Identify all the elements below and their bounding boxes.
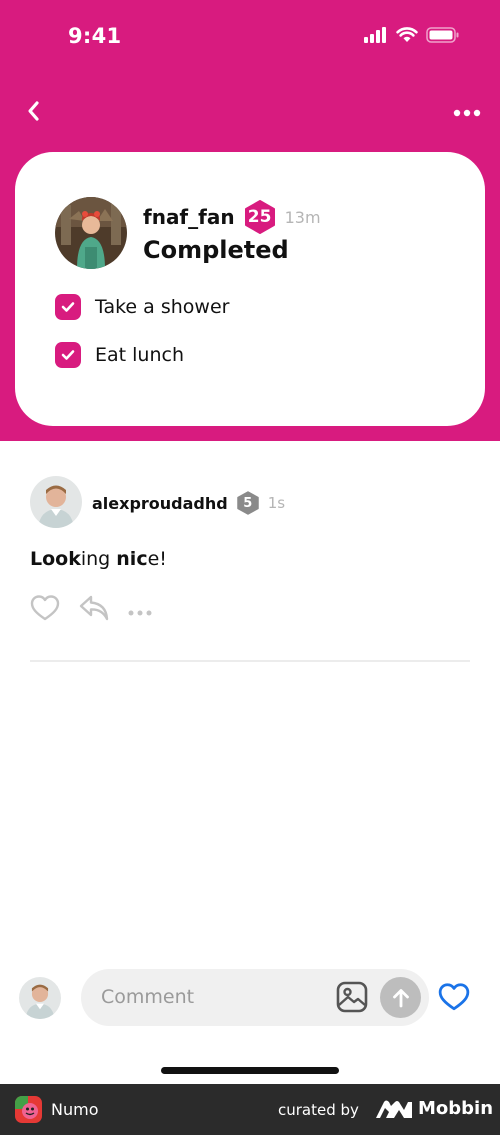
- home-indicator: [161, 1067, 339, 1074]
- post-author-avatar[interactable]: [55, 197, 127, 269]
- comment-time: 1s: [267, 494, 286, 512]
- numo-app-icon: [15, 1096, 42, 1123]
- post-user-row: fnaf_fan 25 13m: [143, 200, 321, 234]
- heart-icon: [30, 595, 60, 621]
- status-time: 9:41: [68, 24, 122, 48]
- attribution-footer: Numo curated by Mobbin: [0, 1084, 500, 1135]
- comment-level-value: 5: [243, 495, 253, 511]
- post-title: Completed: [143, 236, 289, 264]
- comment-text-regular: e!: [147, 548, 167, 570]
- task-item[interactable]: Eat lunch: [55, 342, 184, 368]
- mobbin-mark-icon: [376, 1100, 412, 1118]
- comment-composer: [81, 969, 429, 1026]
- avatar-photo: [55, 197, 127, 269]
- comment-input[interactable]: [101, 982, 321, 1012]
- wifi-icon: [396, 27, 418, 42]
- post-level-badge: 25: [243, 200, 277, 234]
- more-horizontal-icon: [128, 610, 152, 615]
- task-item[interactable]: Take a shower: [55, 294, 229, 320]
- post-header: 9:41 fnaf_fan 25 13m Completed Take a sh…: [0, 0, 500, 441]
- comment-author-avatar[interactable]: [30, 476, 82, 528]
- comment-user-row: alexproudadhd 5 1s: [92, 491, 285, 515]
- reply-icon: [79, 595, 109, 621]
- like-post-button[interactable]: [437, 981, 471, 1013]
- task-checkbox[interactable]: [55, 294, 81, 320]
- footer-curated-by: curated by: [278, 1101, 359, 1119]
- post-card: fnaf_fan 25 13m Completed Take a shower: [15, 152, 485, 426]
- comment-more-button[interactable]: [128, 601, 152, 620]
- post-time: 13m: [284, 207, 321, 227]
- footer-brand: Mobbin: [418, 1098, 494, 1119]
- task-label: Eat lunch: [95, 344, 184, 366]
- more-options-button[interactable]: [450, 100, 484, 126]
- task-label: Take a shower: [95, 296, 230, 318]
- comment-text-bold: nic: [116, 548, 148, 570]
- comment-text: Looking nice!: [30, 548, 167, 570]
- comment-divider: [30, 660, 470, 662]
- battery-icon: [426, 27, 459, 43]
- comment-username[interactable]: alexproudadhd: [92, 494, 228, 513]
- avatar-photo: [30, 476, 82, 528]
- comment-text-regular: ing: [80, 548, 117, 570]
- comment-actions: [30, 594, 152, 626]
- post-level-value: 25: [247, 207, 272, 227]
- heart-icon: [438, 983, 470, 1011]
- checkmark-icon: [61, 350, 75, 360]
- arrow-up-icon: [392, 988, 409, 1007]
- image-icon: [336, 981, 368, 1013]
- comment-reply-button[interactable]: [78, 594, 110, 626]
- avatar-photo: [19, 977, 61, 1019]
- send-button[interactable]: [380, 977, 421, 1018]
- attach-image-button[interactable]: [335, 980, 369, 1014]
- post-username[interactable]: fnaf_fan: [143, 205, 235, 229]
- current-user-avatar: [19, 977, 61, 1019]
- chevron-left-icon: [28, 101, 39, 121]
- status-icons: [364, 27, 460, 43]
- comment-level-badge: 5: [236, 491, 260, 515]
- comment-text-bold: Look: [30, 548, 81, 570]
- back-button[interactable]: [18, 96, 48, 126]
- checkmark-icon: [61, 302, 75, 312]
- comment-like-button[interactable]: [30, 594, 60, 626]
- footer-app-name: Numo: [51, 1100, 99, 1119]
- more-horizontal-icon: [453, 109, 481, 117]
- signal-icon: [364, 27, 386, 43]
- task-checkbox[interactable]: [55, 342, 81, 368]
- mobbin-logo: Mobbin: [376, 1098, 493, 1119]
